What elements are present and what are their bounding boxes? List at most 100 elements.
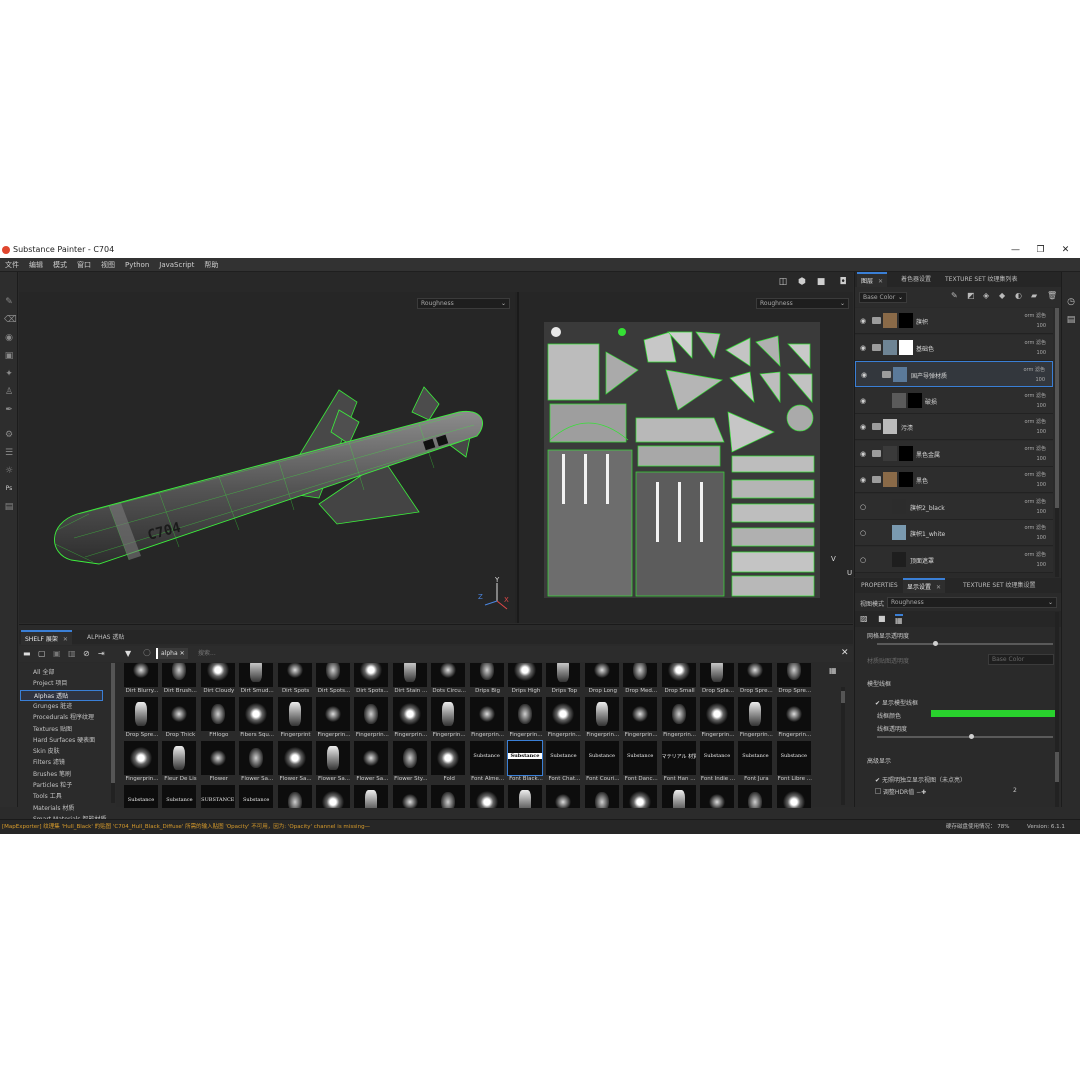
tab-properties[interactable]: PROPERTIES <box>857 578 902 593</box>
alpha-thumbnail[interactable]: Drop Spre... <box>776 663 814 697</box>
layer-row[interactable]: ○ 旗帜2_black orm 滤色 100 <box>855 493 1053 520</box>
save-icon[interactable]: ▣ <box>53 649 61 658</box>
shelf-category-item[interactable]: Filters 滤镜 <box>33 757 65 766</box>
delete-layer-icon[interactable]: 🗑 <box>1047 291 1057 300</box>
shelf-category-item[interactable]: Particles 粒子 <box>33 780 72 789</box>
wire-opacity-slider[interactable] <box>877 736 1053 738</box>
alpha-thumbnail[interactable]: Drop Spre... <box>123 697 161 741</box>
alpha-thumbnail[interactable]: Handprint ... <box>776 785 814 808</box>
paint-brush-icon[interactable]: ✎ <box>4 297 14 307</box>
eye-hidden-icon[interactable]: ○ <box>858 555 868 565</box>
alpha-thumbnail[interactable]: Handprint ... <box>699 785 737 808</box>
hatch-opacity-slider[interactable] <box>877 643 1053 645</box>
alpha-thumbnail[interactable]: Dirt Stain ... <box>392 663 430 697</box>
add-effect-icon[interactable]: ✎ <box>951 291 958 300</box>
alpha-thumbnail[interactable]: Dirt Blurry... <box>123 663 161 697</box>
log-icon[interactable]: ▤ <box>1066 315 1076 325</box>
alpha-thumbnail[interactable]: Drips Top <box>545 663 583 697</box>
alpha-thumbnail[interactable]: Flower Sa... <box>238 741 276 785</box>
screenshot-camera-icon[interactable]: ◘ <box>837 276 849 288</box>
alpha-thumbnail[interactable]: Substance Font Libre ... <box>776 741 814 785</box>
view-mode-dropdown[interactable]: Roughness ⌄ <box>887 597 1057 608</box>
alpha-thumbnail[interactable]: Fingerprin... <box>353 697 391 741</box>
library-icon[interactable]: ▥ <box>68 649 76 658</box>
layer-opacity[interactable]: 100 <box>1036 535 1046 541</box>
viewport-3d[interactable]: Roughness ⌄ C704 Y X Z <box>19 292 515 623</box>
alpha-thumbnail[interactable]: Fingerprin... <box>430 697 468 741</box>
alpha-thumbnail[interactable]: Handprint ... <box>737 785 775 808</box>
shelf-category-item[interactable]: Brushes 笔刷 <box>33 769 71 778</box>
folder-icon[interactable]: ▬ <box>23 649 31 658</box>
layer-row[interactable]: ◉ 黑色金属 orm 滤色 100 <box>855 440 1053 467</box>
layers-scrollbar[interactable] <box>1055 308 1059 577</box>
alpha-thumbnail[interactable]: Handprint ... <box>622 785 660 808</box>
layer-opacity[interactable]: 100 <box>1036 323 1046 329</box>
layer-blend-mode[interactable]: orm 滤色 <box>1025 445 1047 452</box>
close-button[interactable]: ✕ <box>1053 243 1078 258</box>
layer-opacity[interactable]: 100 <box>1036 403 1046 409</box>
layer-blend-mode[interactable]: orm 滤色 <box>1025 339 1047 346</box>
shelf-category-item[interactable]: Alphas 透贴 <box>20 689 103 701</box>
alpha-thumbnail[interactable]: SubstanceFont Type... <box>238 785 276 808</box>
shelf-category-item[interactable]: Procedurals 程序纹理 <box>33 712 94 721</box>
photoshop-export-icon[interactable]: Ps <box>4 484 14 494</box>
shelf-category-item[interactable]: Hard Surfaces 硬表面 <box>33 735 95 744</box>
tab-layers[interactable]: 图层 ✕ <box>857 272 888 287</box>
layer-mask-thumbnail[interactable] <box>899 472 913 487</box>
menu-help[interactable]: 帮助 <box>199 258 223 272</box>
alpha-thumbnail[interactable]: Fold <box>430 741 468 785</box>
alpha-thumbnail[interactable]: Handprint ... <box>507 785 545 808</box>
layer-blend-mode[interactable]: orm 滤色 <box>1025 524 1047 531</box>
add-mask-icon[interactable]: ◩ <box>967 291 975 300</box>
alpha-thumbnail[interactable]: Substance Font Alme... <box>469 741 507 785</box>
alpha-thumbnail[interactable]: Dirt Brush... <box>161 663 199 697</box>
alpha-thumbnail[interactable]: FHlogo <box>200 697 238 741</box>
alpha-thumbnail[interactable]: Drop Spla... <box>699 663 737 697</box>
folder-icon[interactable] <box>872 449 881 457</box>
layer-mask-thumbnail[interactable] <box>908 392 922 408</box>
alpha-thumbnail[interactable]: SubstanceFont Orbit... <box>161 785 199 808</box>
shelf-scrollbar[interactable] <box>841 687 845 805</box>
layer-blend-mode[interactable]: orm 滤色 <box>1025 392 1047 399</box>
tab-display-settings[interactable]: 显示设置 ✕ <box>903 578 946 593</box>
alpha-thumbnail[interactable]: Dirt Cloudy <box>200 663 238 697</box>
alpha-thumbnail[interactable]: Fingerprin... <box>315 697 353 741</box>
hide-icon[interactable]: ⊘ <box>83 649 90 658</box>
camera-icon[interactable]: ■ <box>815 276 827 288</box>
alpha-thumbnail[interactable]: Drop Long <box>584 663 622 697</box>
alpha-thumbnail[interactable]: Flower Sa... <box>353 741 391 785</box>
folder-icon[interactable] <box>872 476 881 483</box>
menu-view[interactable]: 视图 <box>96 258 120 272</box>
alpha-thumbnail[interactable]: Substance Font Jura <box>737 741 775 785</box>
layer-mask-thumbnail[interactable] <box>899 445 913 461</box>
history-icon[interactable]: ◷ <box>1066 297 1076 307</box>
remove-tag-icon[interactable]: ✕ <box>180 650 185 657</box>
alpha-thumbnail[interactable]: Dots Circu... <box>430 663 468 697</box>
folder-icon[interactable] <box>872 343 881 351</box>
layer-row[interactable]: ○ 顶面遮罩 orm 滤色 100 <box>855 546 1053 573</box>
hatch-opacity-knob[interactable] <box>933 641 939 646</box>
maximize-button[interactable]: ❐ <box>1028 243 1053 258</box>
display-settings-icon[interactable]: ☼ <box>4 466 14 476</box>
close-tab-icon[interactable]: ✕ <box>936 584 941 591</box>
new-window-icon[interactable]: ▢ <box>38 649 46 658</box>
alpha-thumbnail[interactable]: Fingerprin... <box>661 697 699 741</box>
alpha-thumbnail[interactable]: Fingerprin... <box>622 697 660 741</box>
layer-blend-mode[interactable]: orm 滤色 <box>1025 498 1047 505</box>
folder-icon[interactable] <box>872 423 881 430</box>
layer-row[interactable]: ◉ 污渍 orm 滤色 100 <box>855 414 1053 440</box>
eye-icon[interactable]: ◉ <box>858 422 868 432</box>
eye-icon[interactable]: ◉ <box>858 343 868 353</box>
alpha-thumbnail[interactable]: Fingerprin... <box>737 697 775 741</box>
channel-opacity-dropdown[interactable]: Base Color <box>988 654 1054 665</box>
unlit-view-row[interactable]: ✔ 无照明独立显示视图（未点亮） <box>875 775 966 784</box>
layer-blend-mode[interactable]: orm 滤色 <box>1024 366 1046 373</box>
projection-icon[interactable]: ◉ <box>4 333 14 343</box>
add-paint-layer-icon[interactable]: ◐ <box>1015 291 1022 300</box>
alpha-thumbnail[interactable]: Substance Font Black... <box>507 740 545 785</box>
layer-blend-mode[interactable]: orm 滤色 <box>1025 312 1047 319</box>
alpha-thumbnail[interactable]: Footprint ... <box>277 785 315 808</box>
menu-python[interactable]: Python <box>120 258 154 272</box>
alpha-thumbnail[interactable]: Flower Sa... <box>315 741 353 785</box>
alpha-thumbnail[interactable]: Fingerprin... <box>584 697 622 741</box>
